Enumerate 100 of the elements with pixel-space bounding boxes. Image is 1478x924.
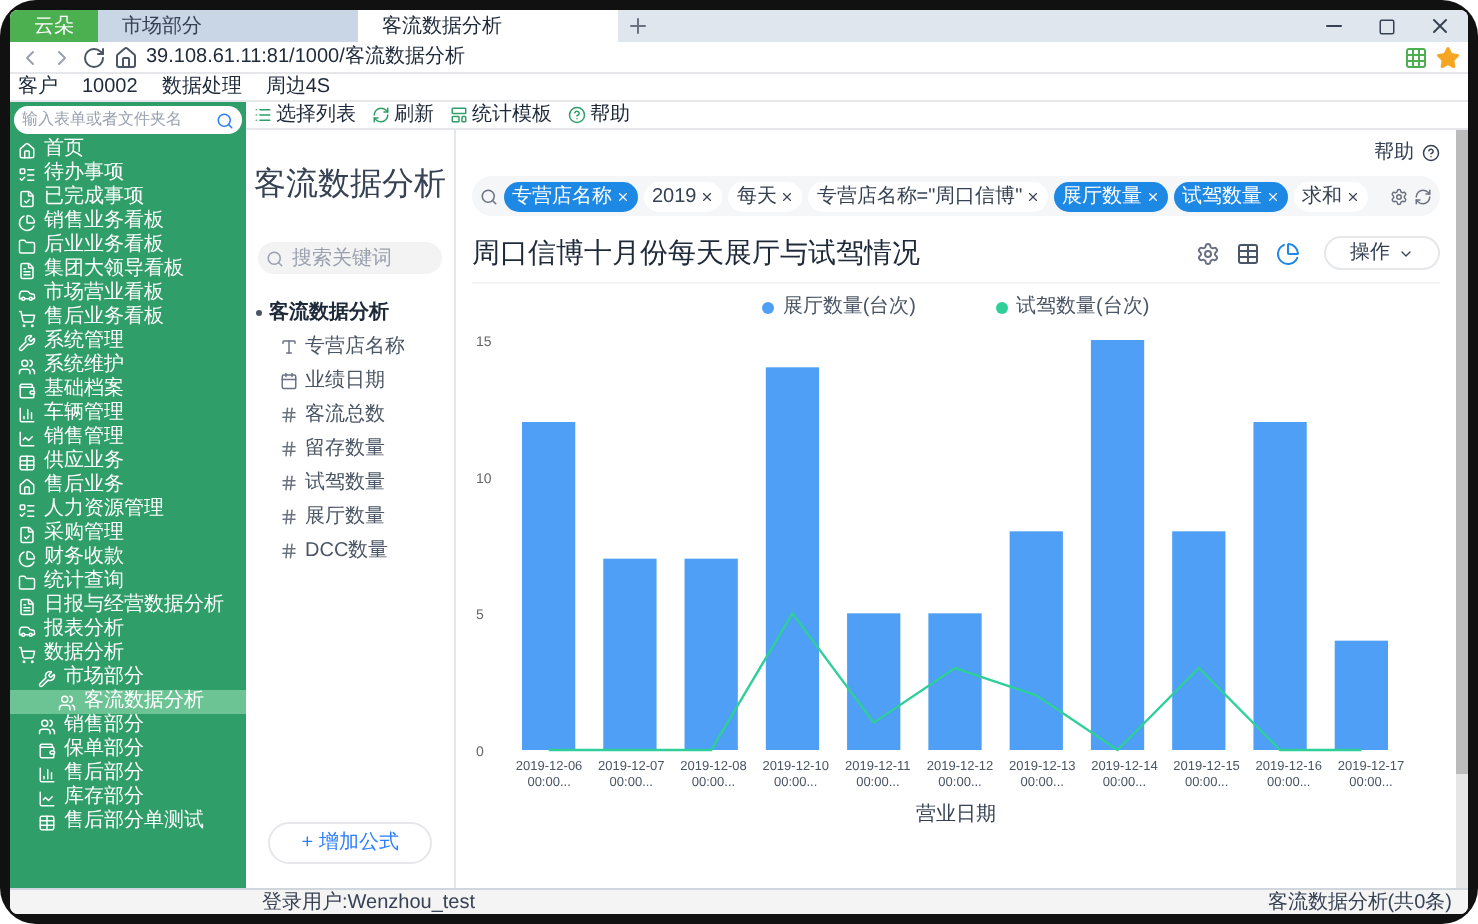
bookmark-link[interactable]: 周边4S bbox=[265, 72, 331, 102]
add-formula-button[interactable]: + 增加公式 bbox=[267, 822, 433, 864]
legend-label: 试驾数量(台次) bbox=[1016, 293, 1150, 322]
sidebar-item[interactable]: 库存部分 bbox=[10, 786, 246, 810]
sidebar-item[interactable]: 供应业务 bbox=[10, 450, 246, 474]
sidebar-item[interactable]: 车辆管理 bbox=[10, 402, 246, 426]
filter-tag[interactable]: 2019 bbox=[644, 181, 723, 211]
help-icon bbox=[1422, 144, 1440, 162]
home-icon bbox=[18, 141, 36, 159]
filter-tag[interactable]: 每天 bbox=[728, 181, 803, 211]
hash-icon bbox=[279, 474, 297, 492]
scrollbar[interactable] bbox=[1456, 130, 1468, 888]
sidebar-item[interactable]: 售后业务 bbox=[10, 474, 246, 498]
field-item[interactable]: DCC数量 bbox=[305, 536, 389, 566]
filter-tag[interactable]: 求和 bbox=[1294, 181, 1369, 211]
new-tab-icon[interactable] bbox=[626, 14, 650, 38]
home-icon[interactable] bbox=[114, 45, 138, 69]
car-icon bbox=[18, 285, 36, 303]
filter-tag[interactable]: 试驾数量 bbox=[1174, 181, 1289, 211]
bar-chart-icon bbox=[18, 405, 36, 423]
sidebar-item[interactable]: 系统维护 bbox=[10, 354, 246, 378]
filter-tag[interactable]: 专营店名称 bbox=[504, 181, 638, 211]
toolbar-button[interactable]: 帮助 bbox=[590, 100, 630, 130]
table-icon[interactable] bbox=[1236, 241, 1260, 265]
list-icon bbox=[18, 165, 36, 183]
field-item[interactable]: 专营店名称 bbox=[305, 332, 405, 362]
table-icon bbox=[38, 813, 56, 831]
sidebar-item[interactable]: 系统管理 bbox=[10, 330, 246, 354]
sidebar-item[interactable]: 后业业务看板 bbox=[10, 234, 246, 258]
status-left: 登录用户:Wenzhou_test bbox=[262, 889, 478, 914]
bullet-icon bbox=[255, 310, 261, 316]
toolbar-button[interactable]: 刷新 bbox=[394, 100, 434, 130]
document-icon bbox=[18, 597, 36, 615]
field-group-label: 客流数据分析 bbox=[269, 298, 389, 328]
refresh-icon[interactable] bbox=[1414, 187, 1432, 205]
pie-chart-icon[interactable] bbox=[1276, 241, 1300, 265]
field-item[interactable]: 试驾数量 bbox=[305, 468, 385, 498]
wallet-icon bbox=[18, 381, 36, 399]
settings-icon[interactable] bbox=[1390, 187, 1408, 205]
field-item[interactable]: 展厅数量 bbox=[305, 502, 385, 532]
search-icon[interactable] bbox=[216, 111, 234, 129]
field-item[interactable]: 客流总数 bbox=[305, 400, 385, 430]
sidebar-item[interactable]: 日报与经营数据分析 bbox=[10, 594, 246, 618]
filter-tag[interactable]: 专营店名称="周口信博" bbox=[808, 181, 1049, 211]
sidebar-item[interactable]: 待办事项 bbox=[10, 162, 246, 186]
wrench-icon bbox=[18, 333, 36, 351]
sidebar-item[interactable]: 售后部分 bbox=[10, 762, 246, 786]
maximize-icon[interactable] bbox=[1378, 17, 1396, 35]
remove-icon[interactable] bbox=[1026, 189, 1041, 203]
help-link[interactable]: 帮助 bbox=[1374, 138, 1414, 168]
sidebar-item[interactable]: 销售管理 bbox=[10, 426, 246, 450]
settings-icon[interactable] bbox=[1196, 241, 1220, 265]
cart-icon bbox=[18, 645, 36, 663]
sidebar-item[interactable]: 集团大领导看板 bbox=[10, 258, 246, 282]
browser-menu-button[interactable]: 云朵 bbox=[10, 10, 98, 42]
sidebar-item[interactable]: 市场部分 bbox=[10, 666, 246, 690]
legend-label: 展厅数量(台次) bbox=[782, 293, 916, 322]
sidebar-item[interactable]: 报表分析 bbox=[10, 618, 246, 642]
sidebar-item[interactable]: 已完成事项 bbox=[10, 186, 246, 210]
remove-icon[interactable] bbox=[700, 189, 715, 203]
field-item[interactable]: 留存数量 bbox=[305, 434, 385, 464]
sidebar-item[interactable]: 市场营业看板 bbox=[10, 282, 246, 306]
reload-icon[interactable] bbox=[82, 45, 106, 69]
address-field[interactable]: 39.108.61.11:81/1000/客流数据分析 bbox=[146, 42, 1396, 72]
status-right: 客流数据分析(共0条) bbox=[1267, 889, 1452, 914]
sidebar-item[interactable]: 人力资源管理 bbox=[10, 498, 246, 522]
document-icon bbox=[18, 261, 36, 279]
sidebar-item[interactable]: 售后业务看板 bbox=[10, 306, 246, 330]
sidebar-search-field[interactable]: 输入表单或者文件夹名 bbox=[14, 106, 242, 134]
remove-icon[interactable] bbox=[780, 189, 795, 203]
toolbar-button[interactable]: 选择列表 bbox=[276, 100, 356, 130]
hash-icon bbox=[279, 406, 297, 424]
sidebar-item[interactable]: 售后部分单测试 bbox=[10, 810, 246, 834]
browser-tab[interactable]: 市场部分 bbox=[98, 10, 358, 42]
folder-icon bbox=[18, 237, 36, 255]
pie-chart-icon bbox=[18, 213, 36, 231]
close-icon[interactable] bbox=[1428, 14, 1452, 38]
bookmark-link[interactable]: 10002 bbox=[82, 72, 138, 102]
sidebar-item[interactable]: 销售部分 bbox=[10, 714, 246, 738]
line-chart-icon bbox=[38, 789, 56, 807]
sidebar-item[interactable]: 保单部分 bbox=[10, 738, 246, 762]
browser-tab[interactable]: 客流数据分析 bbox=[358, 10, 618, 42]
sidebar-item[interactable]: 数据分析 bbox=[10, 642, 246, 666]
field-search-input[interactable]: 搜索关键词 bbox=[258, 242, 442, 274]
bookmark-link[interactable]: 客户 bbox=[18, 72, 58, 102]
filter-tag[interactable]: 展厅数量 bbox=[1054, 181, 1169, 211]
star-icon[interactable] bbox=[1436, 45, 1460, 69]
field-item[interactable]: 业绩日期 bbox=[305, 366, 385, 396]
sidebar-item[interactable]: 采购管理 bbox=[10, 522, 246, 546]
bookmark-link[interactable]: 数据处理 bbox=[161, 72, 242, 102]
action-button[interactable]: 操作 bbox=[1324, 236, 1440, 270]
sidebar-item[interactable]: 财务收款 bbox=[10, 546, 246, 570]
sidebar-item[interactable]: 销售业务看板 bbox=[10, 210, 246, 234]
sidebar-item[interactable]: 基础档案 bbox=[10, 378, 246, 402]
line-chart-icon bbox=[18, 429, 36, 447]
sidebar-item[interactable]: 统计查询 bbox=[10, 570, 246, 594]
toolbar-button[interactable]: 统计模板 bbox=[472, 100, 552, 130]
sidebar-item[interactable]: 首页 bbox=[10, 138, 246, 162]
sidebar-item[interactable]: 客流数据分析 bbox=[10, 690, 246, 714]
remove-icon[interactable] bbox=[1346, 189, 1361, 203]
